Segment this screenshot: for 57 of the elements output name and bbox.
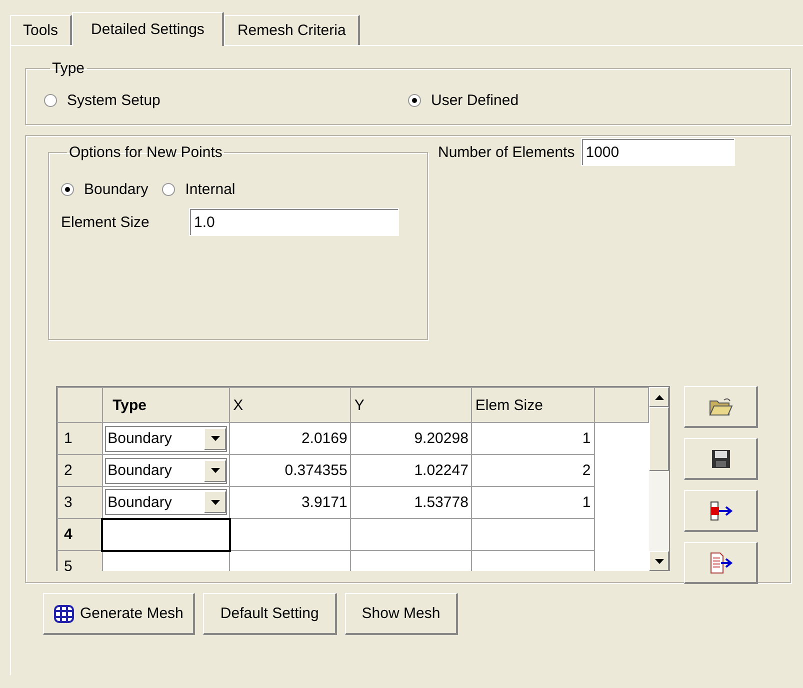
column-header[interactable]: Y xyxy=(350,388,472,422)
field-label: Element Size xyxy=(61,214,150,230)
row-header[interactable]: 1 xyxy=(58,422,102,454)
scroll-up-icon[interactable] xyxy=(649,387,669,407)
grid-icon xyxy=(54,604,74,622)
radio-button[interactable] xyxy=(44,94,57,107)
row-header[interactable]: 5 xyxy=(58,550,102,571)
door-arrow-icon xyxy=(708,500,734,522)
radio-button[interactable] xyxy=(162,183,176,196)
scrollbar[interactable] xyxy=(649,387,669,571)
icon-button[interactable] xyxy=(684,438,758,480)
tab[interactable]: Remesh Criteria xyxy=(224,15,360,45)
tab[interactable]: Detailed Settings xyxy=(72,12,224,46)
row-header[interactable]: 4 xyxy=(58,518,102,550)
radio-button[interactable] xyxy=(408,94,421,107)
table-cell: 1 xyxy=(472,422,594,454)
button[interactable]: Generate Mesh xyxy=(43,593,196,635)
input-field[interactable]: 1.0 xyxy=(189,208,399,236)
table-cell: 3.9171 xyxy=(230,486,351,518)
field-label: Number of Elements xyxy=(438,144,575,161)
radio-label[interactable]: User Defined xyxy=(431,92,519,109)
button[interactable]: Default Setting xyxy=(203,593,337,635)
document-arrow-icon xyxy=(708,552,734,574)
row-header[interactable]: 3 xyxy=(58,486,102,518)
table-cell: 2.0169 xyxy=(230,422,351,454)
folder-icon xyxy=(708,396,732,416)
radio-label[interactable]: System Setup xyxy=(67,92,160,109)
dropdown-value: Boundary xyxy=(108,494,172,511)
radio-label[interactable]: Internal xyxy=(185,181,236,198)
input-field[interactable]: 1000 xyxy=(580,138,735,166)
table-cell: 1 xyxy=(472,486,594,518)
group-title: Type xyxy=(51,60,86,77)
column-header[interactable]: Elem Size xyxy=(472,388,594,422)
dropdown[interactable]: Boundary xyxy=(104,489,228,516)
table-cell: 0.374355 xyxy=(230,454,351,486)
table-cell: 2 xyxy=(472,454,594,486)
group-title: Options for New Points xyxy=(68,144,224,161)
table-cell: 9.20298 xyxy=(350,422,472,454)
radio-button[interactable] xyxy=(61,183,74,196)
table-cell: 1.02247 xyxy=(350,454,472,486)
table-cell[interactable] xyxy=(102,518,230,550)
icon-button[interactable] xyxy=(684,386,758,428)
scroll-down-icon[interactable] xyxy=(649,551,669,571)
table-cell: 1.53778 xyxy=(350,486,472,518)
dropdown[interactable]: Boundary xyxy=(104,426,228,452)
column-header[interactable]: Type xyxy=(102,388,230,422)
row-header[interactable]: 2 xyxy=(58,454,102,486)
tab[interactable]: Tools xyxy=(10,15,72,45)
dropdown-value: Boundary xyxy=(108,462,172,479)
column-header[interactable]: X xyxy=(230,388,351,422)
radio-label[interactable]: Boundary xyxy=(84,181,148,198)
dropdown[interactable]: Boundary xyxy=(104,458,228,484)
dropdown-value: Boundary xyxy=(108,430,172,447)
button[interactable]: Show Mesh xyxy=(344,593,458,635)
scroll-thumb[interactable] xyxy=(649,407,669,471)
icon-button[interactable] xyxy=(684,490,758,532)
icon-button[interactable] xyxy=(684,542,758,584)
